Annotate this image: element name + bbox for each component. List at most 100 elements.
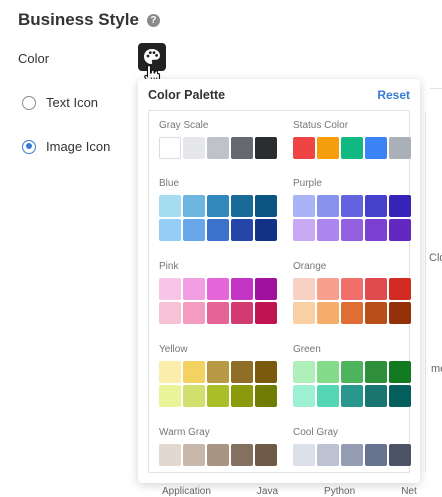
color-swatch[interactable] (317, 361, 339, 383)
color-swatch[interactable] (207, 361, 229, 383)
color-swatch[interactable] (231, 137, 253, 159)
color-swatch[interactable] (231, 302, 253, 324)
radio-circle[interactable] (22, 95, 36, 110)
reset-button[interactable]: Reset (377, 88, 410, 102)
color-swatch[interactable] (293, 219, 315, 241)
color-swatch[interactable] (255, 385, 277, 407)
palette-grid: Gray Scale Status Color Blue Purple Pink Oran… (148, 110, 411, 473)
color-swatch[interactable] (365, 361, 387, 383)
color-swatch[interactable] (183, 361, 205, 383)
color-swatch[interactable] (183, 278, 205, 300)
color-swatch[interactable] (159, 219, 181, 241)
color-swatch[interactable] (255, 278, 277, 300)
help-icon[interactable]: ? (146, 13, 160, 27)
color-swatch[interactable] (255, 361, 277, 383)
swatch-row (159, 278, 281, 300)
color-swatch[interactable] (183, 302, 205, 324)
radio-circle-selected[interactable] (22, 139, 36, 154)
color-swatch[interactable] (389, 302, 411, 324)
color-swatch[interactable] (293, 385, 315, 407)
color-swatch[interactable] (231, 361, 253, 383)
color-swatch[interactable] (365, 137, 387, 159)
color-swatch[interactable] (389, 137, 411, 159)
color-swatch[interactable] (341, 137, 363, 159)
palette-group-pink: Pink (159, 261, 281, 326)
swatch-row (159, 195, 281, 217)
color-swatch[interactable] (183, 195, 205, 217)
color-swatch[interactable] (341, 385, 363, 407)
color-swatch[interactable] (159, 361, 181, 383)
color-swatch[interactable] (365, 195, 387, 217)
color-swatch[interactable] (365, 219, 387, 241)
color-swatch[interactable] (255, 444, 277, 466)
color-swatch[interactable] (183, 219, 205, 241)
color-swatch[interactable] (317, 444, 339, 466)
background-divider (430, 88, 442, 89)
color-swatch[interactable] (293, 302, 315, 324)
color-swatch[interactable] (255, 195, 277, 217)
color-swatch[interactable] (389, 444, 411, 466)
swatch-row (159, 219, 281, 241)
color-swatch[interactable] (365, 444, 387, 466)
color-swatch[interactable] (183, 385, 205, 407)
color-swatch[interactable] (389, 195, 411, 217)
color-swatch[interactable] (231, 385, 253, 407)
radio-text-icon[interactable]: Text Icon (22, 95, 98, 110)
color-swatch[interactable] (159, 302, 181, 324)
color-swatch[interactable] (341, 361, 363, 383)
color-swatch[interactable] (207, 137, 229, 159)
color-swatch[interactable] (389, 385, 411, 407)
color-swatch[interactable] (183, 137, 205, 159)
color-swatch[interactable] (207, 444, 229, 466)
color-swatch[interactable] (231, 278, 253, 300)
color-swatch[interactable] (183, 444, 205, 466)
color-swatch[interactable] (255, 219, 277, 241)
color-swatch[interactable] (389, 219, 411, 241)
color-swatch[interactable] (293, 278, 315, 300)
color-swatch[interactable] (389, 278, 411, 300)
color-swatch[interactable] (293, 361, 315, 383)
palette-group-label: Purple (293, 178, 322, 189)
color-swatch[interactable] (159, 278, 181, 300)
color-swatch[interactable] (341, 444, 363, 466)
color-swatch[interactable] (207, 302, 229, 324)
palette-group-blue: Blue (159, 178, 281, 243)
color-swatch[interactable] (341, 302, 363, 324)
color-swatch[interactable] (317, 278, 339, 300)
color-swatch[interactable] (231, 195, 253, 217)
color-swatch[interactable] (159, 444, 181, 466)
color-swatch[interactable] (293, 137, 315, 159)
color-swatch[interactable] (365, 385, 387, 407)
background-bottom-tabs: Application Java Python Net (162, 486, 442, 497)
color-swatch[interactable] (207, 385, 229, 407)
color-swatch[interactable] (341, 195, 363, 217)
color-swatch[interactable] (255, 302, 277, 324)
color-swatch[interactable] (293, 444, 315, 466)
color-swatch[interactable] (317, 195, 339, 217)
color-swatch[interactable] (207, 278, 229, 300)
color-swatch[interactable] (231, 444, 253, 466)
swatch-row (293, 361, 415, 383)
color-swatch[interactable] (317, 302, 339, 324)
color-swatch[interactable] (317, 219, 339, 241)
color-swatch[interactable] (293, 195, 315, 217)
color-swatch[interactable] (365, 302, 387, 324)
color-swatch[interactable] (341, 278, 363, 300)
color-swatch[interactable] (317, 137, 339, 159)
radio-image-icon[interactable]: Image Icon (22, 139, 110, 154)
color-swatch[interactable] (207, 195, 229, 217)
color-swatch[interactable] (389, 361, 411, 383)
color-swatch[interactable] (159, 385, 181, 407)
color-swatch[interactable] (159, 195, 181, 217)
color-swatch[interactable] (341, 219, 363, 241)
swatch-row (159, 361, 281, 383)
swatch-row (293, 278, 415, 300)
swatch-row (159, 302, 281, 324)
color-swatch[interactable] (207, 219, 229, 241)
palette-group-warm-gray: Warm Gray (159, 427, 281, 468)
color-swatch[interactable] (255, 137, 277, 159)
color-swatch[interactable] (365, 278, 387, 300)
color-swatch[interactable] (317, 385, 339, 407)
color-swatch[interactable] (159, 137, 181, 159)
color-swatch[interactable] (231, 219, 253, 241)
